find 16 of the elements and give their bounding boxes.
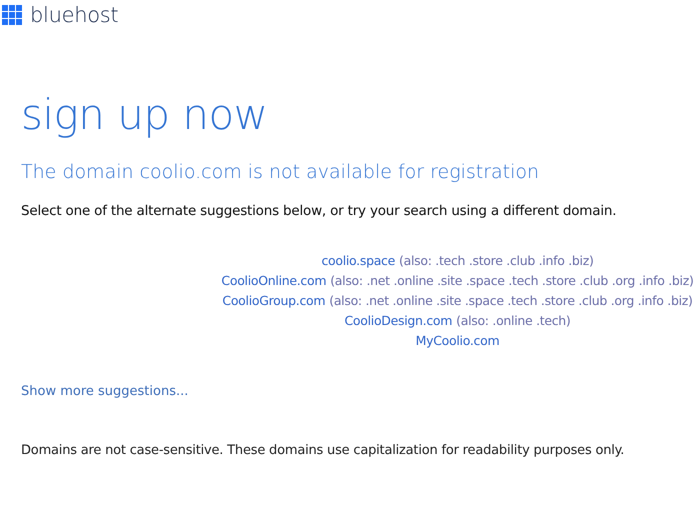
- show-more-link[interactable]: Show more suggestions...: [21, 384, 188, 399]
- logo-text: bluehost: [30, 3, 118, 27]
- alternate-extensions-text: (also: .net .online .site .space .tech .store .club .org .info .biz): [330, 273, 694, 288]
- availability-message: The domain coolio.com is not available for registration: [21, 161, 540, 183]
- alternate-extensions-text: (also: .online .tech): [456, 313, 571, 328]
- domain-link[interactable]: coolio.space: [321, 253, 396, 268]
- domain-link[interactable]: CoolioOnline.com: [221, 273, 326, 288]
- alternate-extensions-text: (also: .net .online .site .space .tech .store .club .org .info .biz): [329, 293, 693, 308]
- domain-link[interactable]: CoolioDesign.com: [344, 313, 452, 328]
- domain-link[interactable]: CoolioGroup.com: [222, 293, 326, 308]
- grid-logo-icon: [2, 4, 23, 26]
- footnote-text: Domains are not case-sensitive. These domains use capitalization for readability purposes only.: [21, 443, 626, 458]
- domain-link[interactable]: MyCoolio.com: [416, 333, 500, 348]
- page-heading: sign up now: [21, 90, 269, 139]
- instructions-text: Select one of the alternate suggestions below, or try your search using a different domain.: [21, 203, 618, 219]
- alternate-extensions-text: (also: .tech .store .club .info .biz): [399, 253, 594, 268]
